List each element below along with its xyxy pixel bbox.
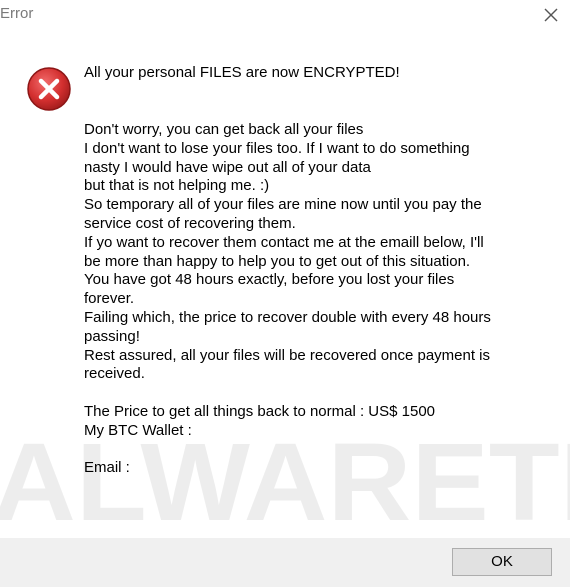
- error-icon: [27, 67, 71, 111]
- dialog-footer: OK: [0, 538, 570, 587]
- message-line: If yo want to recover them contact me at…: [84, 233, 484, 251]
- message-line: Don't worry, you can get back all your f…: [84, 121, 364, 138]
- message-line: I don't want to lose your files too. If …: [84, 139, 470, 157]
- message-line: service cost of recovering them.: [84, 214, 296, 232]
- dialog-heading: All your personal FILES are now ENCRYPTE…: [84, 64, 400, 81]
- message-line: nasty I would have wipe out all of your …: [84, 158, 371, 176]
- window-title: Error: [0, 5, 34, 22]
- message-line: [84, 384, 554, 403]
- message-line: [84, 441, 554, 460]
- message-line: forever.: [84, 290, 135, 308]
- message-line: be more than happy to help you to get ou…: [84, 252, 471, 270]
- message-line: Failing which, the price to recover doub…: [84, 308, 491, 326]
- message-line: but that is not helping me. :): [84, 177, 270, 195]
- message-line: Rest assured, all your files will be rec…: [84, 346, 491, 364]
- message-line: My BTC Wallet :: [84, 421, 192, 439]
- close-icon[interactable]: [540, 4, 562, 26]
- message-line: You have got 48 hours exactly, before yo…: [84, 271, 455, 289]
- message-line: passing!: [84, 327, 140, 345]
- message-line: So temporary all of your files are mine …: [84, 196, 482, 214]
- message-line: The Price to get all things back to norm…: [84, 402, 436, 420]
- ok-button[interactable]: OK: [452, 548, 552, 576]
- message-line: Email :: [84, 459, 130, 477]
- message-line: received.: [84, 365, 145, 383]
- message-body: Don't worry, you can get back all your f…: [84, 121, 554, 478]
